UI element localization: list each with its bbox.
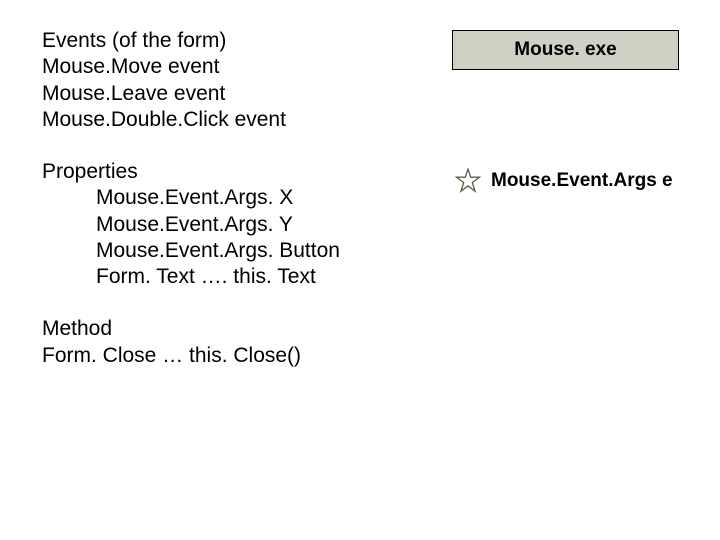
properties-block: Properties Mouse.Event.Args. X Mouse.Eve… (42, 159, 422, 290)
events-block: Events (of the form) Mouse.Move event Mo… (42, 28, 422, 133)
star-label: Mouse.Event.Args e (491, 170, 673, 192)
method-block: Method Form. Close … this. Close() (42, 316, 422, 369)
events-heading: Events (of the form) (42, 28, 422, 54)
star-annotation: Mouse.Event.Args e (455, 168, 673, 194)
exe-box: Mouse. exe (452, 30, 679, 70)
properties-heading: Properties (42, 159, 422, 185)
properties-item: Mouse.Event.Args. Button (42, 238, 422, 264)
method-heading: Method (42, 316, 422, 342)
events-item: Mouse.Leave event (42, 81, 422, 107)
method-line: Form. Close … this. Close() (42, 343, 422, 369)
properties-item: Form. Text …. this. Text (42, 264, 422, 290)
slide: Events (of the form) Mouse.Move event Mo… (0, 0, 720, 540)
left-column: Events (of the form) Mouse.Move event Mo… (42, 28, 422, 395)
properties-item: Mouse.Event.Args. Y (42, 212, 422, 238)
events-item: Mouse.Double.Click event (42, 107, 422, 133)
star-icon (455, 168, 481, 194)
properties-item: Mouse.Event.Args. X (42, 185, 422, 211)
events-item: Mouse.Move event (42, 54, 422, 80)
exe-label: Mouse. exe (514, 39, 616, 61)
